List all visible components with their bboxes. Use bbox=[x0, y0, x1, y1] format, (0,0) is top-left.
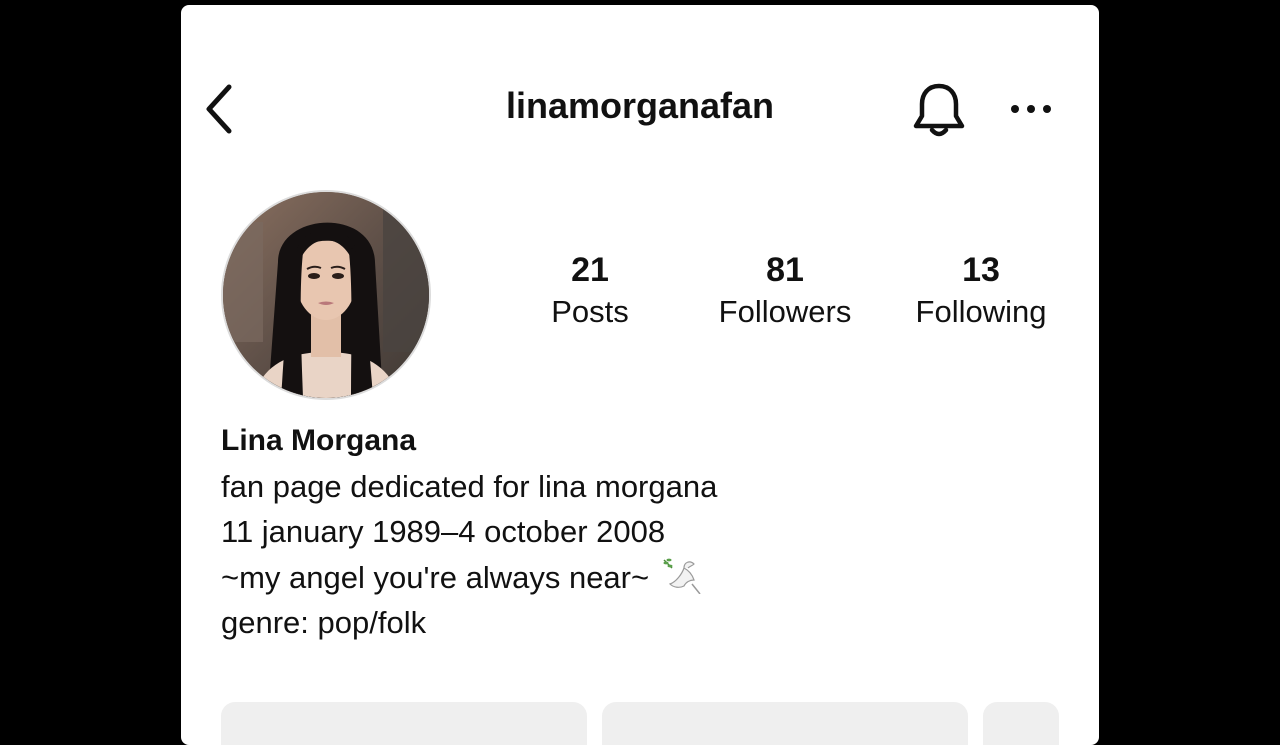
followers-label: Followers bbox=[718, 294, 852, 329]
suggested-button[interactable] bbox=[983, 702, 1059, 745]
profile-bio: Lina Morgana fan page dedicated for lina… bbox=[221, 419, 1041, 645]
profile-header: linamorganafan bbox=[181, 5, 1099, 205]
posts-label: Posts bbox=[551, 294, 629, 329]
posts-count: 21 bbox=[571, 251, 609, 289]
bio-line: 11 january 1989–4 october 2008 bbox=[221, 513, 666, 549]
following-count: 13 bbox=[962, 251, 1000, 289]
stat-following[interactable]: 13 Following bbox=[901, 249, 1061, 333]
follow-button[interactable] bbox=[221, 702, 587, 745]
bio-line-with-emoji: ~my angel you're always near~ bbox=[221, 554, 1041, 601]
more-options-button[interactable] bbox=[1003, 89, 1059, 129]
dove-icon bbox=[663, 558, 701, 594]
following-label: Following bbox=[915, 294, 1047, 329]
followers-count: 81 bbox=[766, 251, 804, 289]
profile-avatar[interactable] bbox=[221, 190, 431, 400]
more-horizontal-icon bbox=[1011, 105, 1051, 113]
notifications-button[interactable] bbox=[909, 79, 969, 143]
bio-line: fan page dedicated for lina morgana bbox=[221, 469, 718, 504]
avatar-image bbox=[223, 192, 429, 398]
profile-screen: linamorganafan 21 Posts 81 Followers 13 … bbox=[181, 5, 1099, 745]
bio-line: ~my angel you're always near~ bbox=[221, 560, 650, 595]
message-button[interactable] bbox=[602, 702, 968, 745]
bell-icon bbox=[913, 83, 965, 137]
stat-followers[interactable]: 81 Followers bbox=[705, 249, 865, 333]
bio-line: genre: pop/folk bbox=[221, 604, 427, 640]
profile-display-name: Lina Morgana bbox=[221, 424, 417, 457]
stat-posts[interactable]: 21 Posts bbox=[510, 249, 670, 333]
